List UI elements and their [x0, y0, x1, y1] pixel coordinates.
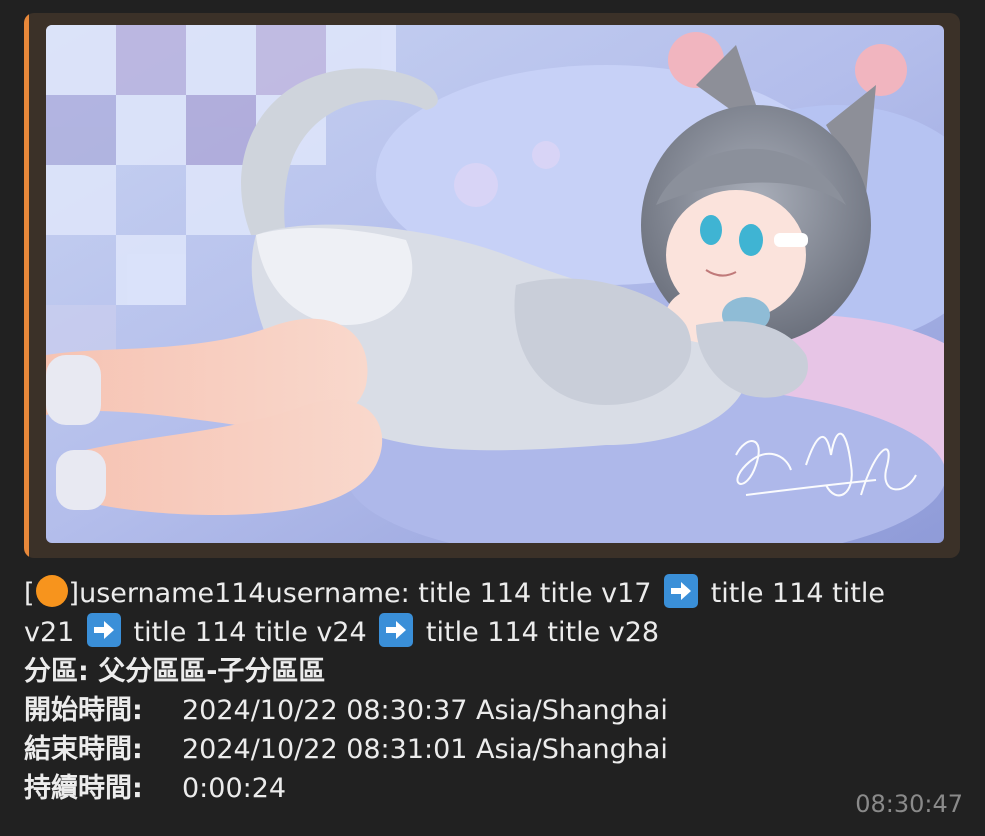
- end-time-label: 結束時間:: [24, 734, 143, 765]
- title-v21-suffix: v21: [24, 617, 75, 648]
- title-v28: title 114 title v28: [425, 617, 660, 648]
- arrow-right-icon: [379, 613, 414, 647]
- preview-accent-bar: [24, 13, 29, 558]
- status-dot-icon: [35, 575, 68, 607]
- category-value: 父分區區-子分區區: [98, 656, 326, 687]
- title-v21-part: title 114 title: [710, 578, 885, 609]
- end-time-line: 結束時間: 2024/10/22 08:31:01 Asia/Shanghai: [24, 730, 934, 769]
- duration-line: 持續時間: 0:00:24: [24, 769, 934, 808]
- category-label: 分區:: [24, 656, 89, 687]
- arrow-right-icon: [86, 613, 121, 647]
- title-v17: title 114 title v17: [418, 578, 652, 609]
- duration-value: 0:00:24: [182, 773, 287, 804]
- message-bubble: []username114username: title 114 title v…: [0, 0, 985, 836]
- arrow-right-icon: [664, 574, 699, 608]
- category-line: 分區: 父分區區-子分區區: [24, 652, 934, 691]
- duration-label: 持續時間:: [24, 773, 143, 804]
- title-v24: title 114 title v24: [133, 617, 367, 648]
- start-time-line: 開始時間: 2024/10/22 08:30:37 Asia/Shanghai: [24, 691, 934, 730]
- username: username114username:: [79, 578, 410, 609]
- message-text: []username114username: title 114 title v…: [24, 574, 934, 808]
- end-time-value: 2024/10/22 08:31:01 Asia/Shanghai: [182, 734, 668, 765]
- title-line-1: []username114username: title 114 title v…: [24, 574, 934, 613]
- message-timestamp: 08:30:47: [855, 790, 963, 818]
- bracket-close: ]: [68, 578, 80, 609]
- preview-image[interactable]: [46, 25, 944, 543]
- start-time-label: 開始時間:: [24, 695, 143, 726]
- bracket-open: [: [24, 578, 35, 609]
- title-line-2: v21 title 114 title v24 title 114 title …: [24, 613, 934, 652]
- link-preview[interactable]: [24, 13, 960, 558]
- start-time-value: 2024/10/22 08:30:37 Asia/Shanghai: [182, 695, 668, 726]
